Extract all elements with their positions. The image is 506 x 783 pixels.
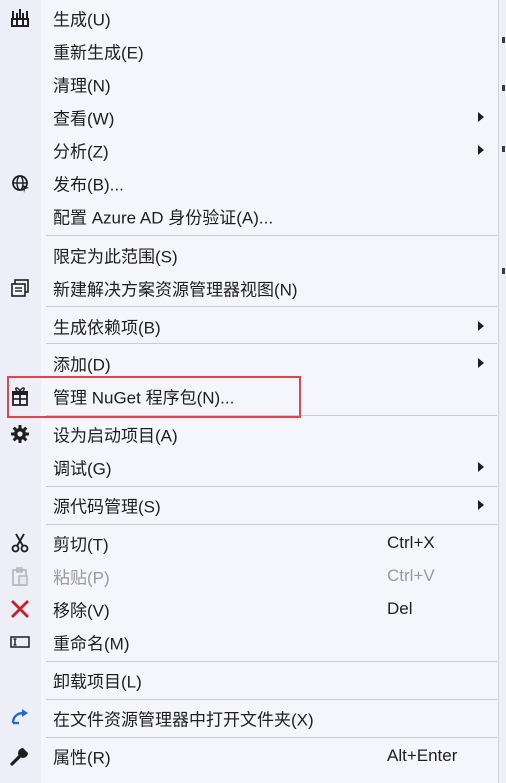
gear-icon <box>9 423 31 445</box>
menu-separator <box>46 737 497 738</box>
menu-item-label: 发布(B)... <box>53 175 124 195</box>
menu-separator <box>46 343 497 344</box>
menu-item-shortcut: Ctrl+X <box>387 533 435 552</box>
menu-item-analyze[interactable]: 分析(Z) <box>0 135 498 165</box>
menu-item-label: 查看(W) <box>53 109 115 129</box>
menu-item-label: 添加(D) <box>53 355 111 375</box>
menu-item-label: 设为启动项目(A) <box>53 426 178 446</box>
menu-separator <box>46 661 497 662</box>
menu-item-shortcut: Del <box>387 599 413 618</box>
submenu-arrow-icon <box>478 462 484 472</box>
highlight-annotation-box <box>7 376 301 418</box>
menu-item-label: 生成(U) <box>53 10 111 30</box>
menu-item-open-folder-in-explorer[interactable]: 在文件资源管理器中打开文件夹(X) <box>0 703 498 733</box>
menu-item-label: 重命名(M) <box>53 634 130 654</box>
menu-item-clean[interactable]: 清理(N) <box>0 69 498 99</box>
menu-item-label: 源代码管理(S) <box>53 497 161 517</box>
context-menu: 生成(U) 重新生成(E) 清理(N) 查看(W) 分析(Z) 发布(B)...… <box>0 0 498 783</box>
menu-item-label: 粘贴(P) <box>53 568 110 588</box>
background-window-edge <box>498 0 506 783</box>
menu-item-configure-azure-ad[interactable]: 配置 Azure AD 身份验证(A)... <box>0 201 498 231</box>
menu-separator <box>46 699 497 700</box>
menu-item-new-solution-explorer-view[interactable]: 新建解决方案资源管理器视图(N) <box>0 273 498 303</box>
menu-item-rebuild[interactable]: 重新生成(E) <box>0 36 498 66</box>
menu-item-add[interactable]: 添加(D) <box>0 348 498 378</box>
submenu-arrow-icon <box>478 112 484 122</box>
menu-item-publish[interactable]: 发布(B)... <box>0 168 498 198</box>
rename-icon <box>9 631 31 653</box>
menu-item-debug[interactable]: 调试(G) <box>0 452 498 482</box>
new-view-icon <box>9 277 31 299</box>
publish-globe-icon <box>9 172 31 194</box>
menu-item-unload-project[interactable]: 卸载项目(L) <box>0 665 498 695</box>
menu-separator <box>46 235 497 236</box>
menu-separator <box>46 486 497 487</box>
menu-item-source-control[interactable]: 源代码管理(S) <box>0 490 498 520</box>
menu-item-label: 剪切(T) <box>53 535 109 555</box>
submenu-arrow-icon <box>478 500 484 510</box>
build-icon <box>9 7 31 29</box>
remove-x-icon <box>9 598 31 620</box>
menu-item-build-dependencies[interactable]: 生成依赖项(B) <box>0 311 498 341</box>
submenu-arrow-icon <box>478 321 484 331</box>
scissors-icon <box>9 532 31 554</box>
menu-item-shortcut: Alt+Enter <box>387 746 458 765</box>
menu-item-label: 调试(G) <box>53 459 112 479</box>
menu-item-label: 属性(R) <box>53 748 111 768</box>
menu-separator <box>46 306 497 307</box>
wrench-icon <box>9 745 31 767</box>
menu-item-label: 生成依赖项(B) <box>53 318 161 338</box>
menu-item-label: 卸载项目(L) <box>53 672 142 692</box>
menu-item-paste[interactable]: 粘贴(P) Ctrl+V <box>0 561 498 591</box>
menu-item-set-as-startup-project[interactable]: 设为启动项目(A) <box>0 419 498 449</box>
menu-item-label: 重新生成(E) <box>53 43 144 63</box>
menu-item-scope-to-this[interactable]: 限定为此范围(S) <box>0 240 498 270</box>
menu-item-shortcut: Ctrl+V <box>387 566 435 585</box>
menu-item-view[interactable]: 查看(W) <box>0 102 498 132</box>
menu-item-label: 限定为此范围(S) <box>53 247 178 267</box>
open-folder-arrow-icon <box>9 707 31 729</box>
menu-separator <box>46 524 497 525</box>
menu-item-build[interactable]: 生成(U) <box>0 3 498 33</box>
menu-item-properties[interactable]: 属性(R) Alt+Enter <box>0 741 498 771</box>
menu-item-label: 在文件资源管理器中打开文件夹(X) <box>53 710 314 730</box>
menu-item-cut[interactable]: 剪切(T) Ctrl+X <box>0 528 498 558</box>
submenu-arrow-icon <box>478 145 484 155</box>
submenu-arrow-icon <box>478 358 484 368</box>
menu-item-label: 配置 Azure AD 身份验证(A)... <box>53 208 274 228</box>
menu-item-label: 移除(V) <box>53 601 110 621</box>
paste-icon <box>9 565 31 587</box>
menu-item-label: 新建解决方案资源管理器视图(N) <box>53 280 298 300</box>
menu-item-rename[interactable]: 重命名(M) <box>0 627 498 657</box>
menu-item-label: 分析(Z) <box>53 142 109 162</box>
menu-item-remove[interactable]: 移除(V) Del <box>0 594 498 624</box>
menu-item-label: 清理(N) <box>53 76 111 96</box>
